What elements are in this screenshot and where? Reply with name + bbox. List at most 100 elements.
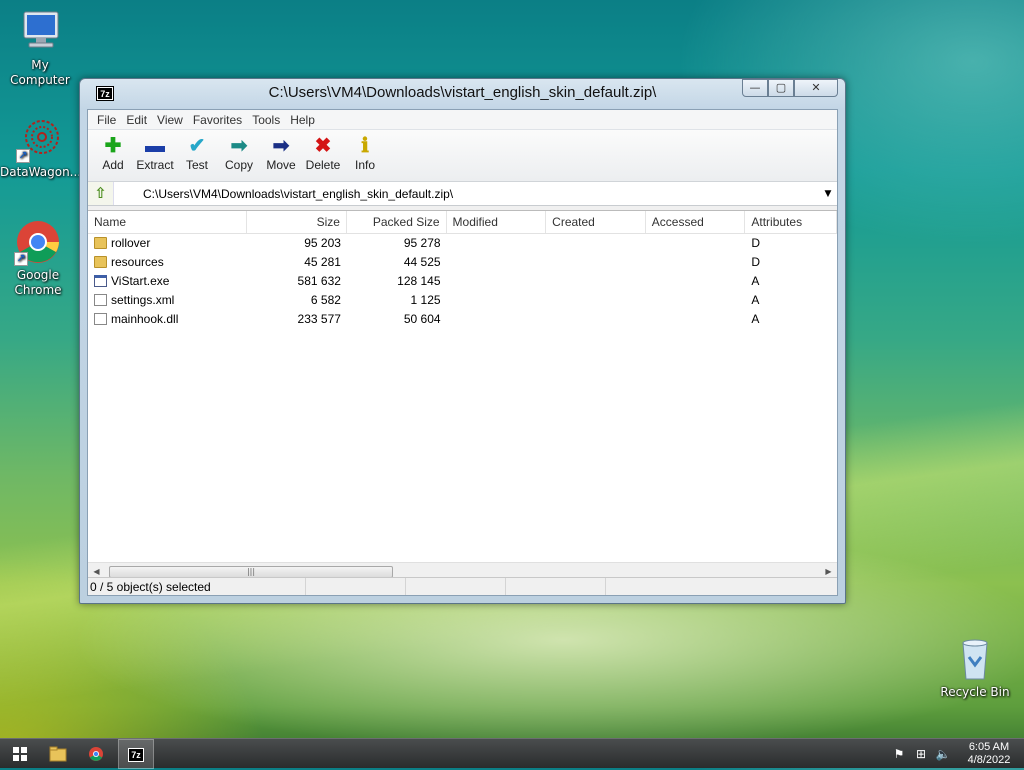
close-button[interactable]: ✕ (794, 79, 838, 97)
folder-icon (94, 256, 107, 268)
menu-file[interactable]: File (92, 113, 121, 127)
add-label: Add (102, 158, 124, 172)
desktop-icon-recycle-bin[interactable]: Recycle Bin (935, 635, 1015, 700)
menu-bar: File Edit View Favorites Tools Help (88, 110, 837, 130)
start-button[interactable] (2, 739, 38, 769)
recycle-bin-icon (951, 635, 999, 683)
caption-buttons: — ▢ ✕ (742, 79, 838, 97)
list-item[interactable]: ViStart.exe 581 632 128 145 A (88, 272, 837, 291)
clock-date: 4/8/2022 (967, 754, 1011, 766)
file-name: resources (111, 255, 164, 269)
delete-button[interactable]: ✖ Delete (302, 130, 344, 181)
file-list: Name Size Packed Size Modified Created A… (88, 210, 837, 579)
plus-icon: ✚ (104, 135, 122, 157)
scroll-left-icon[interactable]: ◀ (88, 567, 105, 576)
window-title: C:\Users\VM4\Downloads\vistart_english_s… (268, 84, 657, 101)
datawagon-icon: ↗ (16, 115, 64, 163)
test-button[interactable]: ✔ Test (176, 130, 218, 181)
chrome-icon: ↗ (14, 218, 62, 266)
list-item[interactable]: mainhook.dll 233 577 50 604 A (88, 310, 837, 329)
column-header: Name Size Packed Size Modified Created A… (88, 211, 837, 234)
system-tray: ⚑ ⊞ 🔈 6:05 AM 4/8/2022 (888, 739, 1024, 769)
arrow-right-icon: ➡ (272, 135, 290, 157)
info-icon: ℹ (361, 135, 369, 157)
exe-file-icon (94, 275, 107, 287)
address-input[interactable]: C:\Users\VM4\Downloads\vistart_english_s… (114, 187, 819, 201)
col-packed-size[interactable]: Packed Size (347, 211, 447, 233)
extract-button[interactable]: ▬ Extract (134, 130, 176, 181)
window-client: File Edit View Favorites Tools Help ✚ Ad… (87, 109, 838, 596)
status-modified (506, 578, 606, 595)
file-name: ViStart.exe (111, 274, 170, 288)
desktop-icon-label: Google Chrome (14, 268, 62, 297)
list-item[interactable]: resources 45 281 44 525 D (88, 253, 837, 272)
shortcut-arrow-icon: ↗ (16, 149, 30, 163)
document-file-icon (94, 294, 107, 306)
minimize-button[interactable]: — (742, 79, 768, 97)
title-bar[interactable]: 7z C:\Users\VM4\Downloads\vistart_englis… (87, 79, 838, 109)
file-packed-size: 44 525 (403, 255, 441, 269)
7zip-window: 7z C:\Users\VM4\Downloads\vistart_englis… (79, 78, 846, 604)
menu-favorites[interactable]: Favorites (188, 113, 247, 127)
copy-button[interactable]: ➡ Copy (218, 130, 260, 181)
volume-muted-icon[interactable]: 🔈 (932, 747, 954, 761)
menu-edit[interactable]: Edit (121, 113, 152, 127)
col-modified[interactable]: Modified (447, 211, 547, 233)
arrow-right-double-icon: ➡ (230, 135, 248, 157)
col-name[interactable]: Name (88, 211, 248, 233)
list-item[interactable]: rollover 95 203 95 278 D (88, 234, 837, 253)
add-button[interactable]: ✚ Add (92, 130, 134, 181)
desktop-icon-my-computer[interactable]: My Computer (0, 8, 80, 88)
desktop-icon-chrome[interactable]: ↗ Google Chrome (0, 218, 78, 298)
minus-icon: ▬ (145, 135, 165, 157)
file-attr: D (751, 236, 761, 250)
desktop-icon-label: DataWagon... (0, 165, 82, 179)
file-packed-size: 95 278 (403, 236, 441, 250)
menu-view[interactable]: View (152, 113, 188, 127)
file-attr: A (751, 293, 760, 307)
extract-label: Extract (136, 158, 174, 172)
file-explorer-taskbar-icon[interactable] (40, 739, 76, 769)
file-name: settings.xml (111, 293, 175, 307)
file-attr: D (751, 255, 761, 269)
7zip-taskbar-button[interactable]: 7z (118, 739, 154, 769)
check-icon: ✔ (188, 135, 206, 157)
col-attributes[interactable]: Attributes (745, 211, 837, 233)
shortcut-arrow-icon: ↗ (14, 252, 28, 266)
delete-label: Delete (305, 158, 341, 172)
file-packed-size: 128 145 (397, 274, 441, 288)
chrome-taskbar-icon[interactable] (78, 739, 114, 769)
info-label: Info (354, 158, 375, 172)
folder-icon (94, 237, 107, 249)
desktop-icon-label: Recycle Bin (940, 685, 1010, 699)
maximize-button[interactable]: ▢ (768, 79, 794, 97)
file-packed-size: 50 604 (403, 312, 441, 326)
toolbar: ✚ Add ▬ Extract ✔ Test ➡ Copy ➡ Move ✖ D… (88, 130, 837, 182)
scroll-thumb[interactable]: ||| (109, 565, 393, 578)
col-accessed[interactable]: Accessed (646, 211, 746, 233)
x-icon: ✖ (314, 135, 332, 157)
menu-help[interactable]: Help (285, 113, 320, 127)
move-button[interactable]: ➡ Move (260, 130, 302, 181)
info-button[interactable]: ℹ Info (344, 130, 386, 181)
clock-time: 6:05 AM (968, 741, 1010, 753)
file-packed-size: 1 125 (410, 293, 441, 307)
status-packed (406, 578, 506, 595)
file-size: 581 632 (297, 274, 341, 288)
file-name: rollover (111, 236, 151, 250)
flag-icon[interactable]: ⚑ (888, 747, 910, 761)
menu-tools[interactable]: Tools (247, 113, 285, 127)
col-size[interactable]: Size (247, 211, 347, 233)
col-created[interactable]: Created (546, 211, 646, 233)
file-size: 233 577 (297, 312, 341, 326)
network-icon[interactable]: ⊞ (910, 747, 932, 761)
chevron-down-icon[interactable]: ▼ (819, 189, 837, 199)
clock[interactable]: 6:05 AM 4/8/2022 (954, 741, 1024, 767)
up-folder-icon[interactable]: ⇧ (88, 182, 114, 205)
status-size (306, 578, 406, 595)
7zip-app-icon: 7z (128, 748, 144, 762)
list-item[interactable]: settings.xml 6 582 1 125 A (88, 291, 837, 310)
windows-logo-icon (13, 747, 27, 761)
desktop-icon-datawagon[interactable]: ↗ DataWagon... (0, 115, 82, 180)
scroll-right-icon[interactable]: ▶ (820, 567, 837, 576)
